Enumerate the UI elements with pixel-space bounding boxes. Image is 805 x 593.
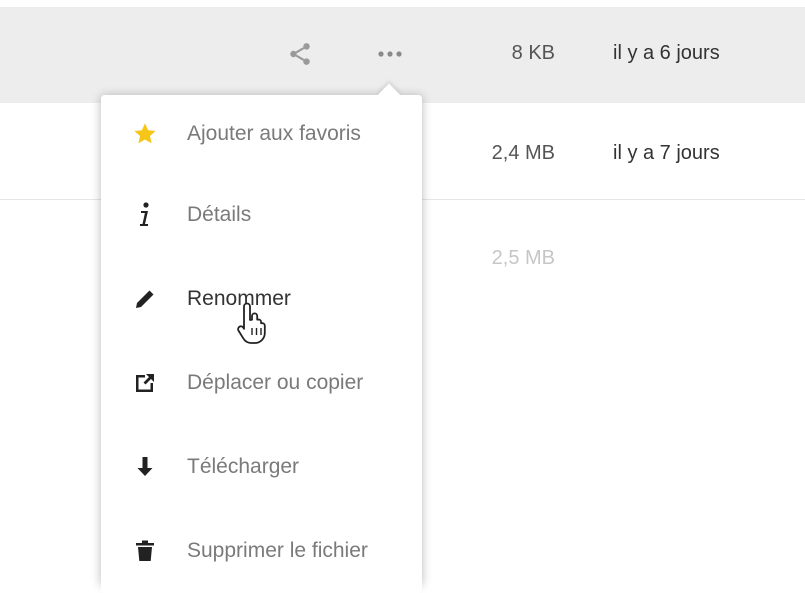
menu-item-delete[interactable]: Supprimer le fichier <box>101 509 422 593</box>
file-size: 2,5 MB <box>491 247 555 269</box>
hand-cursor-icon <box>237 302 266 344</box>
file-date: il y a 6 jours <box>613 42 720 64</box>
menu-item-download[interactable]: Télécharger <box>101 425 422 509</box>
external-link-icon <box>125 371 165 395</box>
file-size: 2,4 MB <box>491 142 555 164</box>
menu-item-details[interactable]: Détails <box>101 173 422 257</box>
trash-icon <box>125 539 165 563</box>
menu-item-label: Télécharger <box>187 455 300 478</box>
info-icon <box>125 201 165 229</box>
more-actions-button[interactable] <box>372 40 408 68</box>
menu-item-move-copy[interactable]: Déplacer ou copier <box>101 341 422 425</box>
file-row[interactable]: 8 KB il y a 6 jours <box>0 7 805 103</box>
file-size: 8 KB <box>511 42 555 64</box>
share-icon <box>290 43 310 65</box>
file-date: il y a 7 jours <box>613 142 720 164</box>
menu-item-favorite[interactable]: Ajouter aux favoris <box>101 95 422 173</box>
download-icon <box>125 455 165 479</box>
share-button[interactable] <box>282 40 318 68</box>
pencil-icon <box>125 287 165 311</box>
menu-item-label: Déplacer ou copier <box>187 371 364 394</box>
star-icon <box>125 121 165 147</box>
more-horizontal-icon <box>378 51 402 57</box>
menu-item-label: Supprimer le fichier <box>187 539 368 562</box>
menu-item-label: Détails <box>187 203 252 226</box>
menu-item-label: Ajouter aux favoris <box>187 122 361 145</box>
